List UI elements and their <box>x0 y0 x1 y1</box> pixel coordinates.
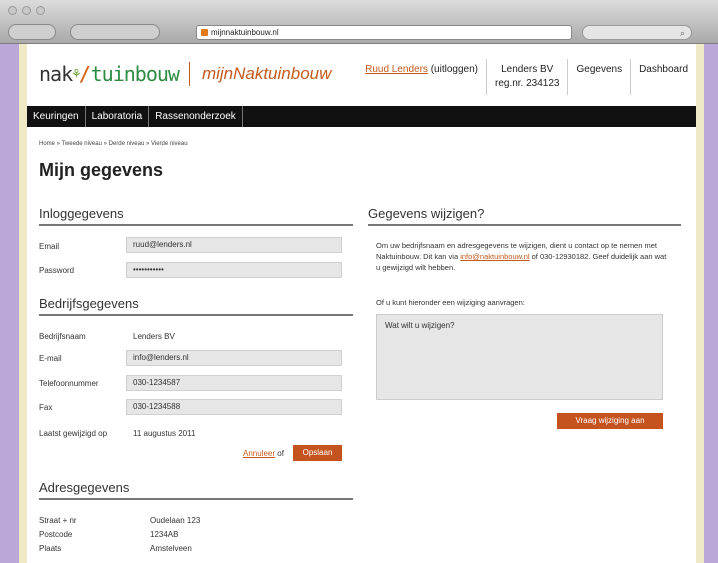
city-label: Plaats <box>39 544 62 553</box>
nav-laboratoria[interactable]: Laboratoria <box>86 106 150 127</box>
naktuinbouw-logo[interactable]: nak ⚘ / tuinbouw <box>39 62 180 86</box>
company-heading: Bedrijfsgegevens <box>39 296 353 316</box>
minimize-window-button[interactable] <box>22 6 31 15</box>
fax-field[interactable]: 030-1234588 <box>126 399 342 415</box>
address-heading: Adresgegevens <box>39 480 353 500</box>
favicon-icon <box>201 29 208 36</box>
zip-label: Postcode <box>39 530 73 539</box>
main-navigation: Keuringen Laboratoria Rassenonderzoek <box>27 106 696 127</box>
close-window-button[interactable] <box>8 6 17 15</box>
registration-number: reg.nr. 234123 <box>494 78 560 89</box>
logo-prefix: nak <box>39 62 73 86</box>
company-email-label: E-mail <box>39 354 62 363</box>
top-navigation: Ruud Lenders (uitloggen) Lenders BV reg.… <box>357 59 696 95</box>
email-naktuinbouw-link[interactable]: info@naktuinbouw.nl <box>460 252 529 261</box>
logout-link[interactable]: (uitloggen) <box>431 64 478 75</box>
last-changed-value: 11 augustus 2011 <box>133 429 196 438</box>
cancel-link[interactable]: Annuleer <box>243 449 275 458</box>
web-page: nak ⚘ / tuinbouw mijnNaktuinbouw Ruud Le… <box>19 44 704 563</box>
app-name: mijnNaktuinbouw <box>201 64 332 83</box>
company-name-value: Lenders BV <box>133 332 175 341</box>
logo-rest: tuinbouw <box>90 62 180 86</box>
browser-chrome: mijnnaktuinbouw.nl ⌕ <box>0 0 718 44</box>
save-button[interactable]: Opslaan <box>293 445 342 461</box>
company-name-label: Bedrijfsnaam <box>39 332 86 341</box>
request-change-button[interactable]: Vraag wijziging aan <box>557 413 663 429</box>
brand[interactable]: nak ⚘ / tuinbouw mijnNaktuinbouw <box>39 62 331 86</box>
breadcrumb[interactable]: Home » Tweede niveau » Derde niveau » Vi… <box>39 141 188 147</box>
phone-field[interactable]: 030-1234587 <box>126 375 342 391</box>
url-text: mijnnaktuinbouw.nl <box>211 28 279 37</box>
user-cell: Ruud Lenders (uitloggen) <box>357 59 486 95</box>
or-text: of <box>277 449 284 458</box>
city-value: Amstelveen <box>150 544 192 553</box>
change-instructions: Om uw bedrijfsnaam en adresgegevens te w… <box>376 240 672 273</box>
change-request-text: Of u kunt hieronder een wijziging aanvra… <box>376 298 525 307</box>
nav-dashboard[interactable]: Dashboard <box>630 59 696 95</box>
fax-label: Fax <box>39 403 53 412</box>
email-field[interactable]: ruud@lenders.nl <box>126 237 342 253</box>
nav-gegevens[interactable]: Gegevens <box>567 59 630 95</box>
logo-stem-icon: / <box>78 62 91 86</box>
search-icon: ⌕ <box>679 28 685 38</box>
street-label: Straat + nr <box>39 516 77 525</box>
login-heading: Inloggegevens <box>39 206 353 226</box>
page-title: Mijn gegevens <box>39 160 164 180</box>
email-label: Email <box>39 242 60 251</box>
company-name: Lenders BV <box>501 64 554 75</box>
last-changed-label: Laatst gewijzigd op <box>39 429 108 438</box>
toolbar-buttons[interactable] <box>70 24 160 40</box>
zoom-window-button[interactable] <box>36 6 45 15</box>
street-value: Oudelaan 123 <box>150 516 201 525</box>
company-email-field[interactable]: info@lenders.nl <box>126 350 342 366</box>
change-request-textarea[interactable]: Wat wilt u wijzigen? <box>376 314 663 400</box>
window-controls[interactable] <box>8 6 45 15</box>
cancel-row: Annuleer of <box>243 449 284 458</box>
phone-label: Telefoonnummer <box>39 379 99 388</box>
password-label: Password <box>39 266 75 275</box>
brand-divider <box>188 62 190 86</box>
zip-value: 1234AB <box>150 530 179 539</box>
change-heading: Gegevens wijzigen? <box>368 206 681 226</box>
password-field[interactable]: ••••••••••• <box>126 262 342 278</box>
back-forward-button[interactable] <box>8 24 56 40</box>
nav-keuringen[interactable]: Keuringen <box>27 106 86 127</box>
user-link[interactable]: Ruud Lenders <box>365 64 428 75</box>
browser-search-input[interactable]: ⌕ <box>582 25 692 40</box>
nav-rassenonderzoek[interactable]: Rassenonderzoek <box>149 106 243 127</box>
company-cell: Lenders BV reg.nr. 234123 <box>485 59 568 95</box>
address-bar[interactable]: mijnnaktuinbouw.nl <box>196 25 572 40</box>
